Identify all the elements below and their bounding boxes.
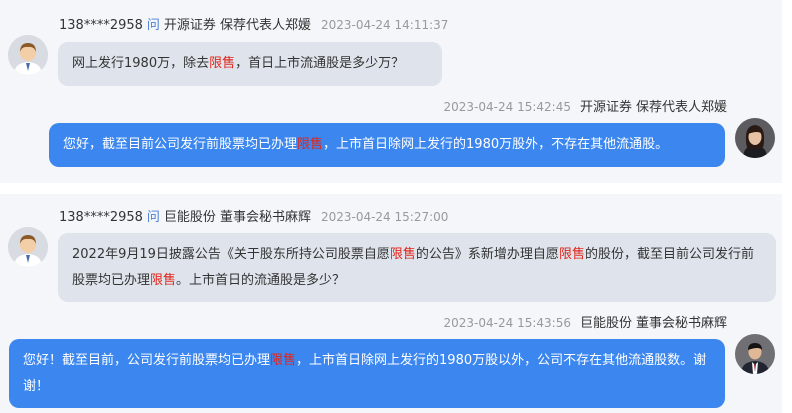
ask-marker: 问 <box>146 210 160 225</box>
question-text: 。上市首日的流通股是多少？ <box>176 273 346 288</box>
answer-time: 2023-04-24 15:43:56 <box>443 316 571 330</box>
answer-bubble: 您好，截至目前公司发行前股票均已办理限售，上市首日除网上发行的1980万股外，不… <box>49 123 725 167</box>
target-company[interactable]: 巨能股份 <box>164 210 216 225</box>
user-avatar-icon[interactable] <box>8 35 48 75</box>
question-bubble: 网上发行1980万，除去限售，首日上市流通股是多少万？ <box>58 42 442 86</box>
ask-marker: 问 <box>146 18 160 33</box>
answer-company[interactable]: 巨能股份 <box>580 316 632 331</box>
keyword-highlight: 限售 <box>209 56 236 71</box>
keyword-highlight: 限售 <box>150 273 177 288</box>
answer-text: ，上市首日除网上发行的1980万股外，不存在其他流通股。 <box>323 137 669 152</box>
answer-time: 2023-04-24 15:42:45 <box>443 100 571 114</box>
answer-bubble: 您好！截至目前，公司发行前股票均已办理限售，上市首日除网上发行的1980万股以外… <box>9 339 725 408</box>
target-company[interactable]: 开源证券 <box>164 18 216 33</box>
answer-text: 您好！截至目前，公司发行前股票均已办理 <box>23 353 271 368</box>
answer-role: 董事会秘书麻辉 <box>635 316 727 331</box>
question-text: ，首日上市流通股是多少万？ <box>235 56 405 71</box>
question-text: 网上发行1980万，除去 <box>72 56 210 71</box>
keyword-highlight: 限售 <box>558 247 585 262</box>
keyword-highlight: 限售 <box>270 353 297 368</box>
user-avatar-icon[interactable] <box>8 227 48 267</box>
answer-company[interactable]: 开源证券 <box>580 100 632 115</box>
target-role: 保荐代表人郑媛 <box>219 18 311 33</box>
question-text: 2022年9月19日披露公告《关于股东所持公司股票自愿 <box>72 247 390 262</box>
thread-separator <box>0 183 792 194</box>
question-meta: 138****2958 问开源证券 保荐代表人郑媛 2023-04-24 14:11:… <box>59 16 448 35</box>
question-meta: 138****2958 问巨能股份 董事会秘书麻辉 2023-04-24 15:27:… <box>59 208 448 227</box>
answer-meta: 2023-04-24 15:43:56 巨能股份 董事会秘书麻辉 <box>444 314 727 333</box>
question-text: 的公告》系新增办理自愿 <box>415 247 559 262</box>
target-role: 董事会秘书麻辉 <box>219 210 311 225</box>
female-rep-avatar-icon[interactable] <box>735 118 775 158</box>
answer-meta: 2023-04-24 15:42:45 开源证券 保荐代表人郑媛 <box>444 98 727 117</box>
question-bubble: 2022年9月19日披露公告《关于股东所持公司股票自愿限售的公告》系新增办理自愿… <box>58 233 776 302</box>
keyword-highlight: 限售 <box>389 247 416 262</box>
keyword-highlight: 限售 <box>297 137 324 152</box>
question-time: 2023-04-24 14:11:37 <box>320 18 449 32</box>
answer-text: 您好，截至目前公司发行前股票均已办理 <box>63 137 298 152</box>
question-time: 2023-04-24 15:27:00 <box>320 210 449 224</box>
male-rep-avatar-icon[interactable] <box>735 334 775 374</box>
asker-username[interactable]: 138****2958 <box>59 210 143 225</box>
answer-role: 保荐代表人郑媛 <box>635 100 727 115</box>
asker-username[interactable]: 138****2958 <box>59 18 143 33</box>
